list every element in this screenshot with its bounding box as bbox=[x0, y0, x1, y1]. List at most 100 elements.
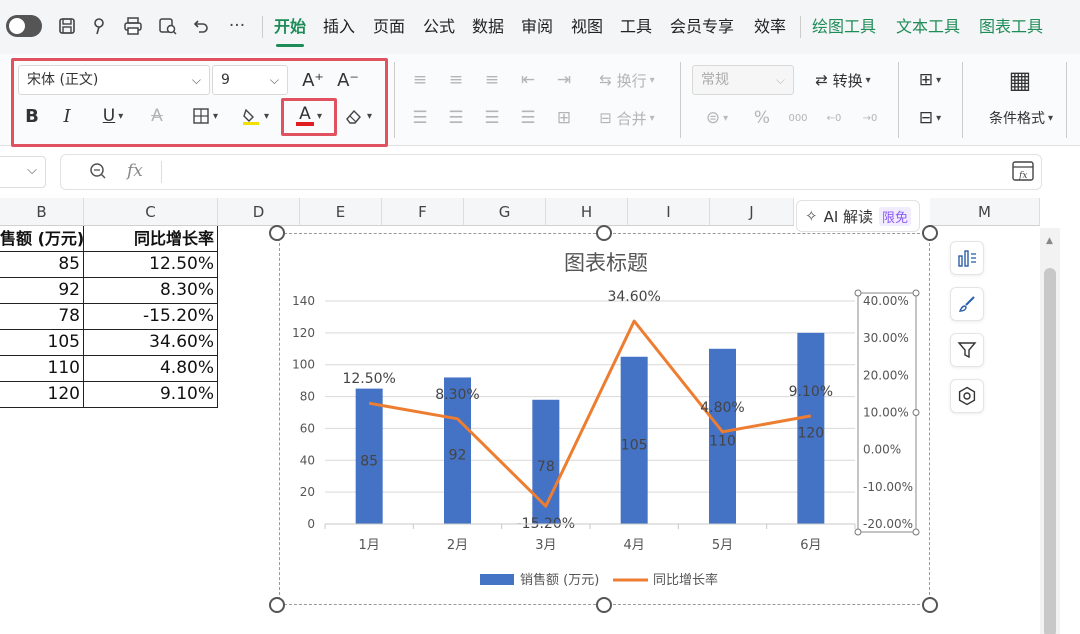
tab-page[interactable]: 页面 bbox=[373, 15, 405, 39]
cell-b2[interactable]: 85 bbox=[0, 252, 84, 278]
underline-button[interactable]: U ▾ bbox=[93, 102, 133, 130]
strikethrough-button[interactable]: A bbox=[145, 102, 169, 130]
resize-handle-bottom-right[interactable] bbox=[922, 597, 938, 613]
decrease-decimal-icon[interactable]: →0 bbox=[858, 104, 882, 132]
thousands-button[interactable]: 000 bbox=[786, 104, 810, 132]
tab-drawing-tools[interactable]: 绘图工具 bbox=[812, 15, 876, 39]
column-header-f[interactable]: F bbox=[382, 198, 464, 226]
resize-handle-top[interactable] bbox=[596, 225, 612, 241]
fill-color-button[interactable]: ▾ bbox=[235, 102, 275, 130]
column-header-c[interactable]: C bbox=[84, 198, 218, 226]
column-header-b[interactable]: B bbox=[0, 198, 84, 226]
cell-c6[interactable]: 4.80% bbox=[84, 356, 218, 382]
tab-home[interactable]: 开始 bbox=[274, 15, 306, 47]
tab-text-tools[interactable]: 文本工具 bbox=[896, 15, 960, 39]
font-family-select[interactable]: 宋体 (正文) ⌵ bbox=[18, 65, 210, 95]
indent-increase-icon[interactable]: ⇥ bbox=[554, 66, 574, 94]
cell-c4[interactable]: -15.20% bbox=[84, 304, 218, 330]
chart-title: 图表标题 bbox=[564, 251, 648, 275]
chart-filter-button[interactable] bbox=[950, 333, 984, 367]
font-size-select[interactable]: 9 ⌵ bbox=[212, 65, 288, 95]
resize-handle-top-left[interactable] bbox=[269, 225, 285, 241]
tab-data[interactable]: 数据 bbox=[472, 15, 504, 39]
chart-elements-button[interactable] bbox=[950, 241, 984, 275]
zoom-search-icon[interactable] bbox=[89, 162, 107, 184]
axis-handle bbox=[912, 409, 920, 416]
column-header-i[interactable]: I bbox=[628, 198, 710, 226]
tab-insert[interactable]: 插入 bbox=[323, 15, 355, 39]
tab-member[interactable]: 会员专享 bbox=[670, 15, 734, 39]
scrollbar-thumb[interactable] bbox=[1044, 268, 1056, 634]
chart-settings-button[interactable] bbox=[950, 379, 984, 413]
cell-c5[interactable]: 34.60% bbox=[84, 330, 218, 356]
save-icon[interactable] bbox=[56, 15, 78, 37]
column-header-e[interactable]: E bbox=[300, 198, 382, 226]
font-color-button[interactable]: A ▾ bbox=[286, 102, 332, 130]
sidebar-toggle[interactable] bbox=[6, 15, 42, 37]
percent-button[interactable]: % bbox=[752, 104, 772, 132]
tab-tools[interactable]: 工具 bbox=[620, 15, 652, 39]
name-box[interactable]: ⌵ bbox=[0, 156, 46, 188]
column-header-j[interactable]: J bbox=[710, 198, 794, 226]
decrease-font-button[interactable]: A⁻ bbox=[334, 66, 362, 94]
resize-handle-top-right[interactable] bbox=[922, 225, 938, 241]
column-header-d[interactable]: D bbox=[218, 198, 300, 226]
convert-button[interactable]: ⇄ 转换 ▾ bbox=[806, 66, 880, 94]
more-icon[interactable]: ··· bbox=[224, 15, 250, 37]
cell-b5[interactable]: 105 bbox=[0, 330, 84, 356]
merge-cells-button[interactable]: ⊟ 合并 ▾ bbox=[592, 104, 662, 132]
align-left-icon[interactable]: ☰ bbox=[410, 104, 430, 132]
cell-b7[interactable]: 120 bbox=[0, 382, 84, 408]
column-header-m[interactable]: M bbox=[930, 198, 1040, 226]
number-format-select[interactable]: 常规 ⌵ bbox=[692, 65, 794, 95]
undo-icon[interactable] bbox=[190, 15, 212, 37]
function-dialog-icon[interactable]: fx bbox=[1011, 159, 1035, 187]
tab-review[interactable]: 审阅 bbox=[521, 15, 553, 39]
clear-format-button[interactable]: ▾ bbox=[338, 102, 378, 130]
italic-button[interactable]: I bbox=[55, 102, 79, 130]
cell-c1[interactable]: 同比增长率 bbox=[84, 226, 218, 252]
cell-c2[interactable]: 12.50% bbox=[84, 252, 218, 278]
cell-b3[interactable]: 92 bbox=[0, 278, 84, 304]
fx-icon[interactable]: fx bbox=[127, 161, 143, 181]
cell-style-icon[interactable]: ⊟ ▾ bbox=[912, 104, 948, 132]
align-center-icon[interactable]: ☰ bbox=[446, 104, 466, 132]
bold-button[interactable]: B bbox=[20, 102, 44, 130]
resize-handle-bottom-left[interactable] bbox=[269, 597, 285, 613]
tab-chart-tools[interactable]: 图表工具 bbox=[979, 15, 1043, 39]
align-bottom-icon[interactable]: ≡ bbox=[482, 66, 502, 94]
chart-container[interactable]: 图表标题 85 92 78 105 110 120 12.50% 8.30% -15.20% 34… bbox=[279, 233, 930, 605]
indent-decrease-icon[interactable]: ⇤ bbox=[518, 66, 538, 94]
cell-c3[interactable]: 8.30% bbox=[84, 278, 218, 304]
align-right-icon[interactable]: ☰ bbox=[482, 104, 502, 132]
cell-c7[interactable]: 9.10% bbox=[84, 382, 218, 408]
conditional-format-button[interactable]: 条件格式 ▾ bbox=[980, 104, 1062, 132]
column-header-g[interactable]: G bbox=[464, 198, 546, 226]
tab-efficiency[interactable]: 效率 bbox=[754, 15, 786, 39]
ai-interpret-button[interactable]: ✧ AI 解读 限免 bbox=[796, 200, 921, 232]
justify-icon[interactable]: ☰ bbox=[518, 104, 538, 132]
print-icon[interactable] bbox=[122, 15, 144, 37]
print-preview-icon[interactable] bbox=[157, 15, 179, 37]
cell-b4[interactable]: 78 bbox=[0, 304, 84, 330]
scroll-up-icon[interactable]: ▲ bbox=[1046, 236, 1053, 246]
cell-b6[interactable]: 110 bbox=[0, 356, 84, 382]
cell-b1[interactable]: 售额 (万元) bbox=[0, 226, 84, 252]
increase-decimal-icon[interactable]: ←0 bbox=[822, 104, 846, 132]
table-style-icon[interactable]: ⊞ ▾ bbox=[912, 66, 948, 94]
tab-formula[interactable]: 公式 bbox=[423, 15, 455, 39]
chart-style-button[interactable] bbox=[950, 287, 984, 321]
column-header-h[interactable]: H bbox=[546, 198, 628, 226]
formula-input[interactable]: fx fx bbox=[60, 154, 1042, 190]
distribute-icon[interactable]: ⊞ bbox=[554, 104, 574, 132]
align-middle-icon[interactable]: ≡ bbox=[446, 66, 466, 94]
increase-font-button[interactable]: A⁺ bbox=[299, 66, 327, 94]
currency-icon[interactable]: ⊜ ▾ bbox=[700, 104, 734, 132]
tab-view[interactable]: 视图 bbox=[571, 15, 603, 39]
resize-handle-bottom[interactable] bbox=[596, 597, 612, 613]
align-top-icon[interactable]: ≡ bbox=[410, 66, 430, 94]
format-painter-icon[interactable] bbox=[88, 15, 110, 37]
borders-button[interactable]: ▾ bbox=[185, 102, 225, 130]
wrap-text-button[interactable]: ⇆ 换行 ▾ bbox=[592, 66, 662, 94]
vertical-scrollbar[interactable]: ▲ bbox=[1040, 228, 1060, 634]
